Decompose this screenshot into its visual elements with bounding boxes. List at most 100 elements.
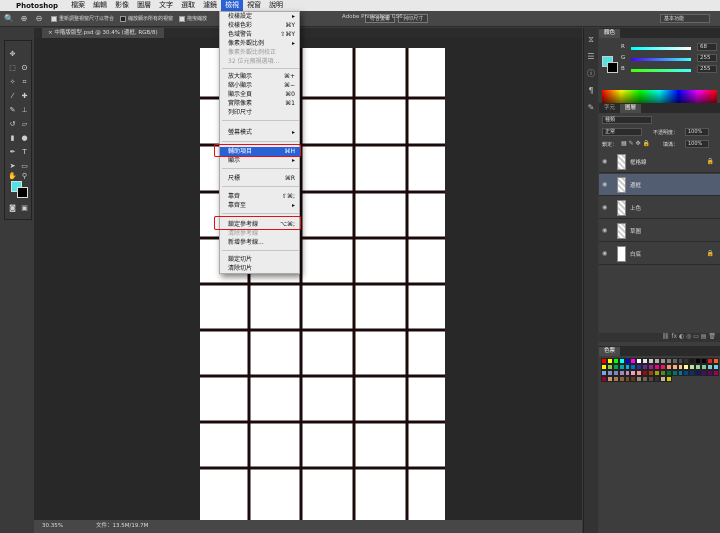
- layer-thumbnail: [617, 177, 626, 193]
- eye-icon[interactable]: ◉: [602, 204, 607, 211]
- brush-panel-icon[interactable]: ✎: [586, 102, 597, 113]
- menu-item-screen-mode[interactable]: 螢幕模式 ▸: [220, 128, 301, 137]
- menu-layer[interactable]: 圖層: [133, 0, 155, 11]
- dodge-tool-icon[interactable]: ●: [19, 133, 30, 144]
- menu-item-clear-slices[interactable]: 清除切片: [220, 264, 301, 273]
- blue-value[interactable]: 255: [697, 65, 717, 73]
- menu-item-new-guide[interactable]: 新增參考線...: [220, 238, 301, 247]
- zoom-tool-icon[interactable]: 🔍: [3, 14, 15, 24]
- lasso-tool-icon[interactable]: ʘ: [19, 63, 30, 74]
- background-color-swatch[interactable]: [17, 187, 28, 198]
- menu-file[interactable]: 檔案: [67, 0, 89, 11]
- menu-window[interactable]: 視窗: [243, 0, 265, 11]
- marquee-tool-icon[interactable]: ⬚: [7, 63, 18, 74]
- pen-tool-icon[interactable]: ✒: [7, 147, 18, 158]
- type-tool-icon[interactable]: T: [19, 147, 30, 158]
- tab-character[interactable]: 字元: [599, 104, 620, 113]
- properties-icon[interactable]: ☰: [586, 51, 597, 62]
- tab-layers[interactable]: 圖層: [620, 104, 642, 113]
- menu-item-show[interactable]: 顯示 ▸: [220, 156, 301, 165]
- blue-slider[interactable]: B 255: [621, 65, 719, 74]
- layer-row[interactable]: ◉ 上色: [599, 197, 720, 219]
- eyedropper-tool-icon[interactable]: ⁄: [7, 91, 18, 102]
- menu-item-rulers[interactable]: 尺標 ⌘R: [220, 174, 301, 183]
- green-value[interactable]: 255: [697, 54, 717, 62]
- layer-name[interactable]: 邊框: [630, 181, 641, 189]
- brush-tool-icon[interactable]: ✎: [7, 105, 18, 116]
- menu-item-snap-to[interactable]: 靠齊至 ▸: [220, 201, 301, 210]
- screen-mode-icon[interactable]: ▣: [19, 203, 30, 214]
- layer-name[interactable]: 上色: [630, 204, 641, 212]
- menu-item-zoom-out[interactable]: 縮小顯示 ⌘−: [220, 81, 301, 90]
- menu-image[interactable]: 影像: [111, 0, 133, 11]
- panel-background-swatch[interactable]: [607, 62, 618, 73]
- healing-tool-icon[interactable]: ✚: [19, 91, 30, 102]
- layer-filter-select[interactable]: 種類: [602, 116, 652, 124]
- layer-row[interactable]: ◉ 草圖: [599, 220, 720, 242]
- canvas-area[interactable]: [34, 38, 582, 520]
- document-tab[interactable]: × 中階版版型.psd @ 30.4% (邊框, RGB/8): [42, 28, 164, 38]
- eye-icon[interactable]: ◉: [602, 158, 607, 165]
- crop-tool-icon[interactable]: ⌗: [19, 77, 30, 88]
- red-value[interactable]: 68: [697, 43, 717, 51]
- magic-wand-tool-icon[interactable]: ✧: [7, 77, 18, 88]
- layers-footer-icons[interactable]: ⛓ fx ◐ ◎ ▭ ▤ 🗑: [599, 333, 720, 342]
- app-menu[interactable]: Photoshop: [16, 2, 58, 10]
- zoom-level[interactable]: 30.35%: [42, 520, 63, 533]
- menu-type[interactable]: 文字: [155, 0, 177, 11]
- menu-item-snap[interactable]: 靠齊 ⇧⌘;: [220, 192, 301, 201]
- menu-item-actual-pixels[interactable]: 實際像素 ⌘1: [220, 99, 301, 108]
- menu-view[interactable]: 檢視: [221, 0, 244, 11]
- history-icon[interactable]: ⧖: [586, 34, 597, 45]
- menu-select[interactable]: 選取: [177, 0, 199, 11]
- history-brush-icon[interactable]: ↺: [7, 119, 18, 130]
- layer-row[interactable]: ◉ 邊框: [599, 174, 720, 196]
- menu-filter[interactable]: 濾鏡: [199, 0, 221, 11]
- paragraph-icon[interactable]: ¶: [586, 85, 597, 96]
- color-swatch[interactable]: [665, 376, 672, 382]
- eye-icon[interactable]: ◉: [602, 250, 607, 257]
- resize-windows-checkbox[interactable]: 重新調整視窗尺寸以符合: [51, 15, 114, 22]
- eye-icon[interactable]: ◉: [602, 181, 607, 188]
- layer-row[interactable]: ◉ 白底 🔒: [599, 243, 720, 265]
- green-slider[interactable]: G 255: [621, 54, 719, 63]
- layer-row[interactable]: ◉ 框格線 🔒: [599, 151, 720, 173]
- menu-item-print-size[interactable]: 列印尺寸: [220, 108, 301, 117]
- fill-input[interactable]: 100%: [685, 140, 709, 148]
- menu-help[interactable]: 說明: [265, 0, 287, 11]
- menu-edit[interactable]: 編輯: [89, 0, 111, 11]
- layer-name[interactable]: 框格線: [630, 158, 647, 166]
- red-slider[interactable]: R 68: [621, 43, 719, 52]
- move-tool-icon[interactable]: ✥: [7, 49, 18, 60]
- layer-name[interactable]: 白底: [630, 250, 641, 258]
- layer-name[interactable]: 草圖: [630, 227, 641, 235]
- lock-icons[interactable]: ▦ ✎ ✥ 🔒: [621, 140, 650, 147]
- zoom-in-icon[interactable]: ⊕: [18, 14, 30, 24]
- menu-item-fit-on-screen[interactable]: 顯示全頁 ⌘0: [220, 90, 301, 99]
- scrubby-zoom-checkbox[interactable]: 拖曳縮放: [179, 15, 207, 22]
- menu-item-zoom-in[interactable]: 放大顯示 ⌘+: [220, 72, 301, 81]
- info-icon[interactable]: ⓘ: [586, 68, 597, 79]
- gradient-tool-icon[interactable]: ▮: [7, 133, 18, 144]
- menu-separator: [222, 141, 299, 142]
- quick-mask-icon[interactable]: ◙: [7, 203, 18, 214]
- stamp-tool-icon[interactable]: ⊥: [19, 105, 30, 116]
- swatch-grid[interactable]: [601, 358, 719, 382]
- menu-item-lock-slices[interactable]: 鎖定切片: [220, 255, 301, 264]
- workspace-select[interactable]: 基本功能: [660, 14, 710, 23]
- tab-color[interactable]: 顏色: [599, 29, 621, 38]
- menu-item-proof-setup[interactable]: 校樣設定 ▸: [220, 12, 301, 21]
- blend-mode-select[interactable]: 正常: [602, 128, 642, 136]
- color-swatch[interactable]: [712, 370, 719, 376]
- eraser-tool-icon[interactable]: ▱: [19, 119, 30, 130]
- menu-item-pixel-aspect-ratio[interactable]: 像素外觀比例 ▸: [220, 39, 301, 48]
- menu-item-gamut-warning[interactable]: 色域警告 ⇧⌘Y: [220, 30, 301, 39]
- eye-icon[interactable]: ◉: [602, 227, 607, 234]
- menu-item-proof-colors[interactable]: 校樣色彩 ⌘Y: [220, 21, 301, 30]
- menubar: Photoshop 檔案 編輯 影像 圖層 文字 選取 濾鏡 檢視 視窗 說明: [0, 0, 720, 11]
- zoom-all-windows-checkbox[interactable]: 縮放顯示所有的視窗: [120, 15, 173, 22]
- zoom-out-icon[interactable]: ⊖: [33, 14, 45, 24]
- opacity-input[interactable]: 100%: [685, 128, 709, 136]
- tab-swatches[interactable]: 色票: [599, 347, 621, 356]
- document-tab-bar: × 中階版版型.psd @ 30.4% (邊框, RGB/8): [34, 28, 582, 38]
